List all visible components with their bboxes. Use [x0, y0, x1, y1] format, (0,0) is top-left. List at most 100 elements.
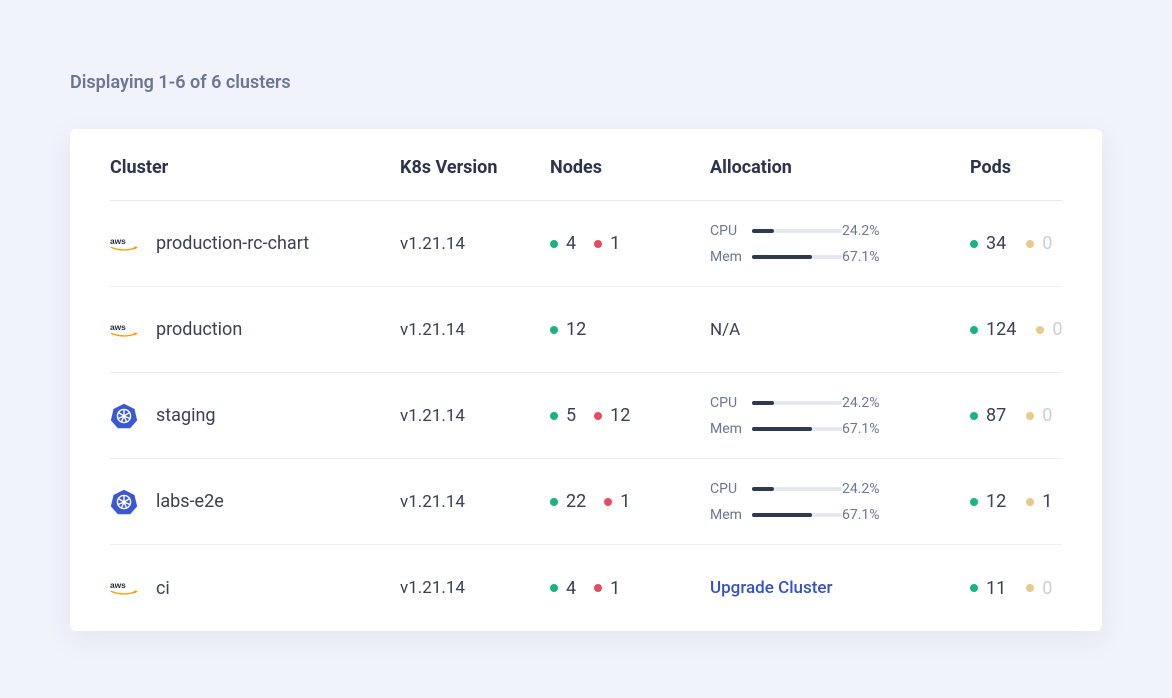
nodes-unhealthy-count: 1	[620, 491, 630, 512]
alloc-cpu-value: 24.2%	[842, 223, 902, 239]
allocation-cell: CPU 24.2% Mem 67.1%	[710, 481, 970, 523]
allocation-na: N/A	[710, 320, 740, 340]
pods-cell: 124 0	[970, 319, 1110, 340]
nodes-unhealthy-count: 1	[610, 578, 620, 599]
status-dot-unhealthy	[594, 240, 602, 248]
cluster-name: staging	[156, 405, 216, 426]
col-nodes[interactable]: Nodes	[550, 157, 710, 178]
table-row[interactable]: civ1.21.1441Upgrade Cluster110	[110, 545, 1062, 631]
allocation-cell: CPU24.2%Mem67.1%	[710, 395, 970, 437]
alloc-cpu-value: 24.2%	[842, 395, 902, 411]
aws-icon	[110, 574, 138, 602]
upgrade-cluster-link[interactable]: Upgrade Cluster	[710, 578, 833, 598]
pods-pending-count: 0	[1042, 578, 1052, 599]
alloc-cpu-label: CPU	[710, 223, 752, 239]
status-dot-pending	[1026, 584, 1034, 592]
status-dot-healthy	[970, 412, 978, 420]
table-row[interactable]: stagingv1.21.14512CPU24.2%Mem67.1%870	[110, 373, 1062, 459]
cluster-cell: production-rc-chart	[110, 230, 400, 258]
status-dot-healthy	[550, 584, 558, 592]
alloc-cpu-bar	[752, 229, 842, 233]
nodes-unhealthy-count: 12	[610, 405, 630, 426]
nodes-cell: 41	[550, 578, 710, 599]
status-dot-healthy	[550, 240, 558, 248]
nodes-cell: 22 1	[550, 491, 710, 512]
allocation-cell: Upgrade Cluster	[710, 578, 970, 598]
alloc-mem-bar	[752, 255, 842, 259]
aws-icon	[110, 230, 138, 258]
cluster-cell: ci	[110, 574, 400, 602]
alloc-mem-bar	[752, 513, 842, 517]
status-dot-healthy	[550, 412, 558, 420]
pods-pending-count: 0	[1042, 233, 1052, 254]
k8s-version: v1.21.14	[400, 320, 550, 340]
k8s-version: v1.21.14	[400, 492, 550, 512]
table-row[interactable]: productionv1.21.1412N/A1240	[110, 287, 1062, 373]
nodes-unhealthy-count: 1	[610, 233, 620, 254]
alloc-mem-label: Mem	[710, 249, 752, 265]
col-cluster[interactable]: Cluster	[110, 157, 400, 178]
k8s-version: v1.21.14	[400, 234, 550, 254]
pods-cell: 12 1	[970, 491, 1110, 512]
k8s-version: v1.21.14	[400, 578, 550, 598]
cluster-cell: labs-e2e	[110, 488, 400, 516]
nodes-healthy-count: 4	[566, 233, 576, 254]
nodes-cell: 41	[550, 233, 710, 254]
table-row[interactable]: labs-e2e v1.21.14 22 1 CPU 24.2% Mem 67.1% 12 1	[110, 459, 1062, 545]
status-dot-healthy	[550, 498, 558, 506]
table-header: Cluster K8s Version Nodes Allocation Pod…	[110, 157, 1062, 201]
cluster-cell: staging	[110, 402, 400, 430]
alloc-cpu-label: CPU	[710, 481, 752, 497]
alloc-mem-value: 67.1%	[842, 249, 902, 265]
alloc-mem-label: Mem	[710, 507, 752, 523]
alloc-cpu-bar	[752, 487, 842, 491]
allocation-cell: CPU 24.2% Mem 67.1%	[710, 223, 970, 265]
nodes-healthy-count: 22	[566, 491, 586, 512]
alloc-mem-label: Mem	[710, 421, 752, 437]
pods-running-count: 124	[986, 319, 1016, 340]
pods-running-count: 11	[986, 578, 1006, 599]
results-summary: Displaying 1-6 of 6 clusters	[70, 72, 1102, 93]
k8s-version: v1.21.14	[400, 406, 550, 426]
status-dot-pending	[1026, 240, 1034, 248]
pods-running-count: 34	[986, 233, 1006, 254]
status-dot-healthy	[970, 584, 978, 592]
pods-running-count: 87	[986, 405, 1006, 426]
status-dot-pending	[1026, 498, 1034, 506]
pods-pending-count: 1	[1042, 491, 1052, 512]
status-dot-unhealthy	[594, 584, 602, 592]
nodes-cell: 5 12	[550, 405, 710, 426]
nodes-healthy-count: 4	[566, 578, 576, 599]
status-dot-pending	[1026, 412, 1034, 420]
status-dot-unhealthy	[594, 412, 602, 420]
nodes-healthy-count: 5	[566, 405, 576, 426]
aws-icon	[110, 316, 138, 344]
kubernetes-icon	[110, 402, 138, 430]
alloc-cpu-value: 24.2%	[842, 481, 902, 497]
cluster-name: production-rc-chart	[156, 233, 309, 254]
cluster-name: ci	[156, 578, 170, 599]
status-dot-healthy	[970, 240, 978, 248]
cluster-name: labs-e2e	[156, 491, 224, 512]
status-dot-pending	[1036, 326, 1044, 334]
pods-cell: 870	[970, 405, 1110, 426]
nodes-cell: 12	[550, 319, 710, 340]
pods-cell: 11 0	[970, 578, 1110, 599]
col-pods[interactable]: Pods	[970, 157, 1110, 178]
allocation-cell: N/A	[710, 320, 970, 340]
col-version[interactable]: K8s Version	[400, 157, 550, 178]
status-dot-healthy	[970, 326, 978, 334]
alloc-mem-value: 67.1%	[842, 507, 902, 523]
alloc-mem-bar	[752, 427, 842, 431]
status-dot-healthy	[550, 326, 558, 334]
status-dot-healthy	[970, 498, 978, 506]
table-row[interactable]: production-rc-chartv1.21.1441CPU24.2%Mem…	[110, 201, 1062, 287]
kubernetes-icon	[110, 488, 138, 516]
pods-running-count: 12	[986, 491, 1006, 512]
nodes-healthy-count: 12	[566, 319, 586, 340]
col-allocation[interactable]: Allocation	[710, 157, 970, 178]
pods-cell: 34 0	[970, 233, 1110, 254]
alloc-cpu-label: CPU	[710, 395, 752, 411]
status-dot-unhealthy	[604, 498, 612, 506]
pods-pending-count: 0	[1052, 319, 1062, 340]
